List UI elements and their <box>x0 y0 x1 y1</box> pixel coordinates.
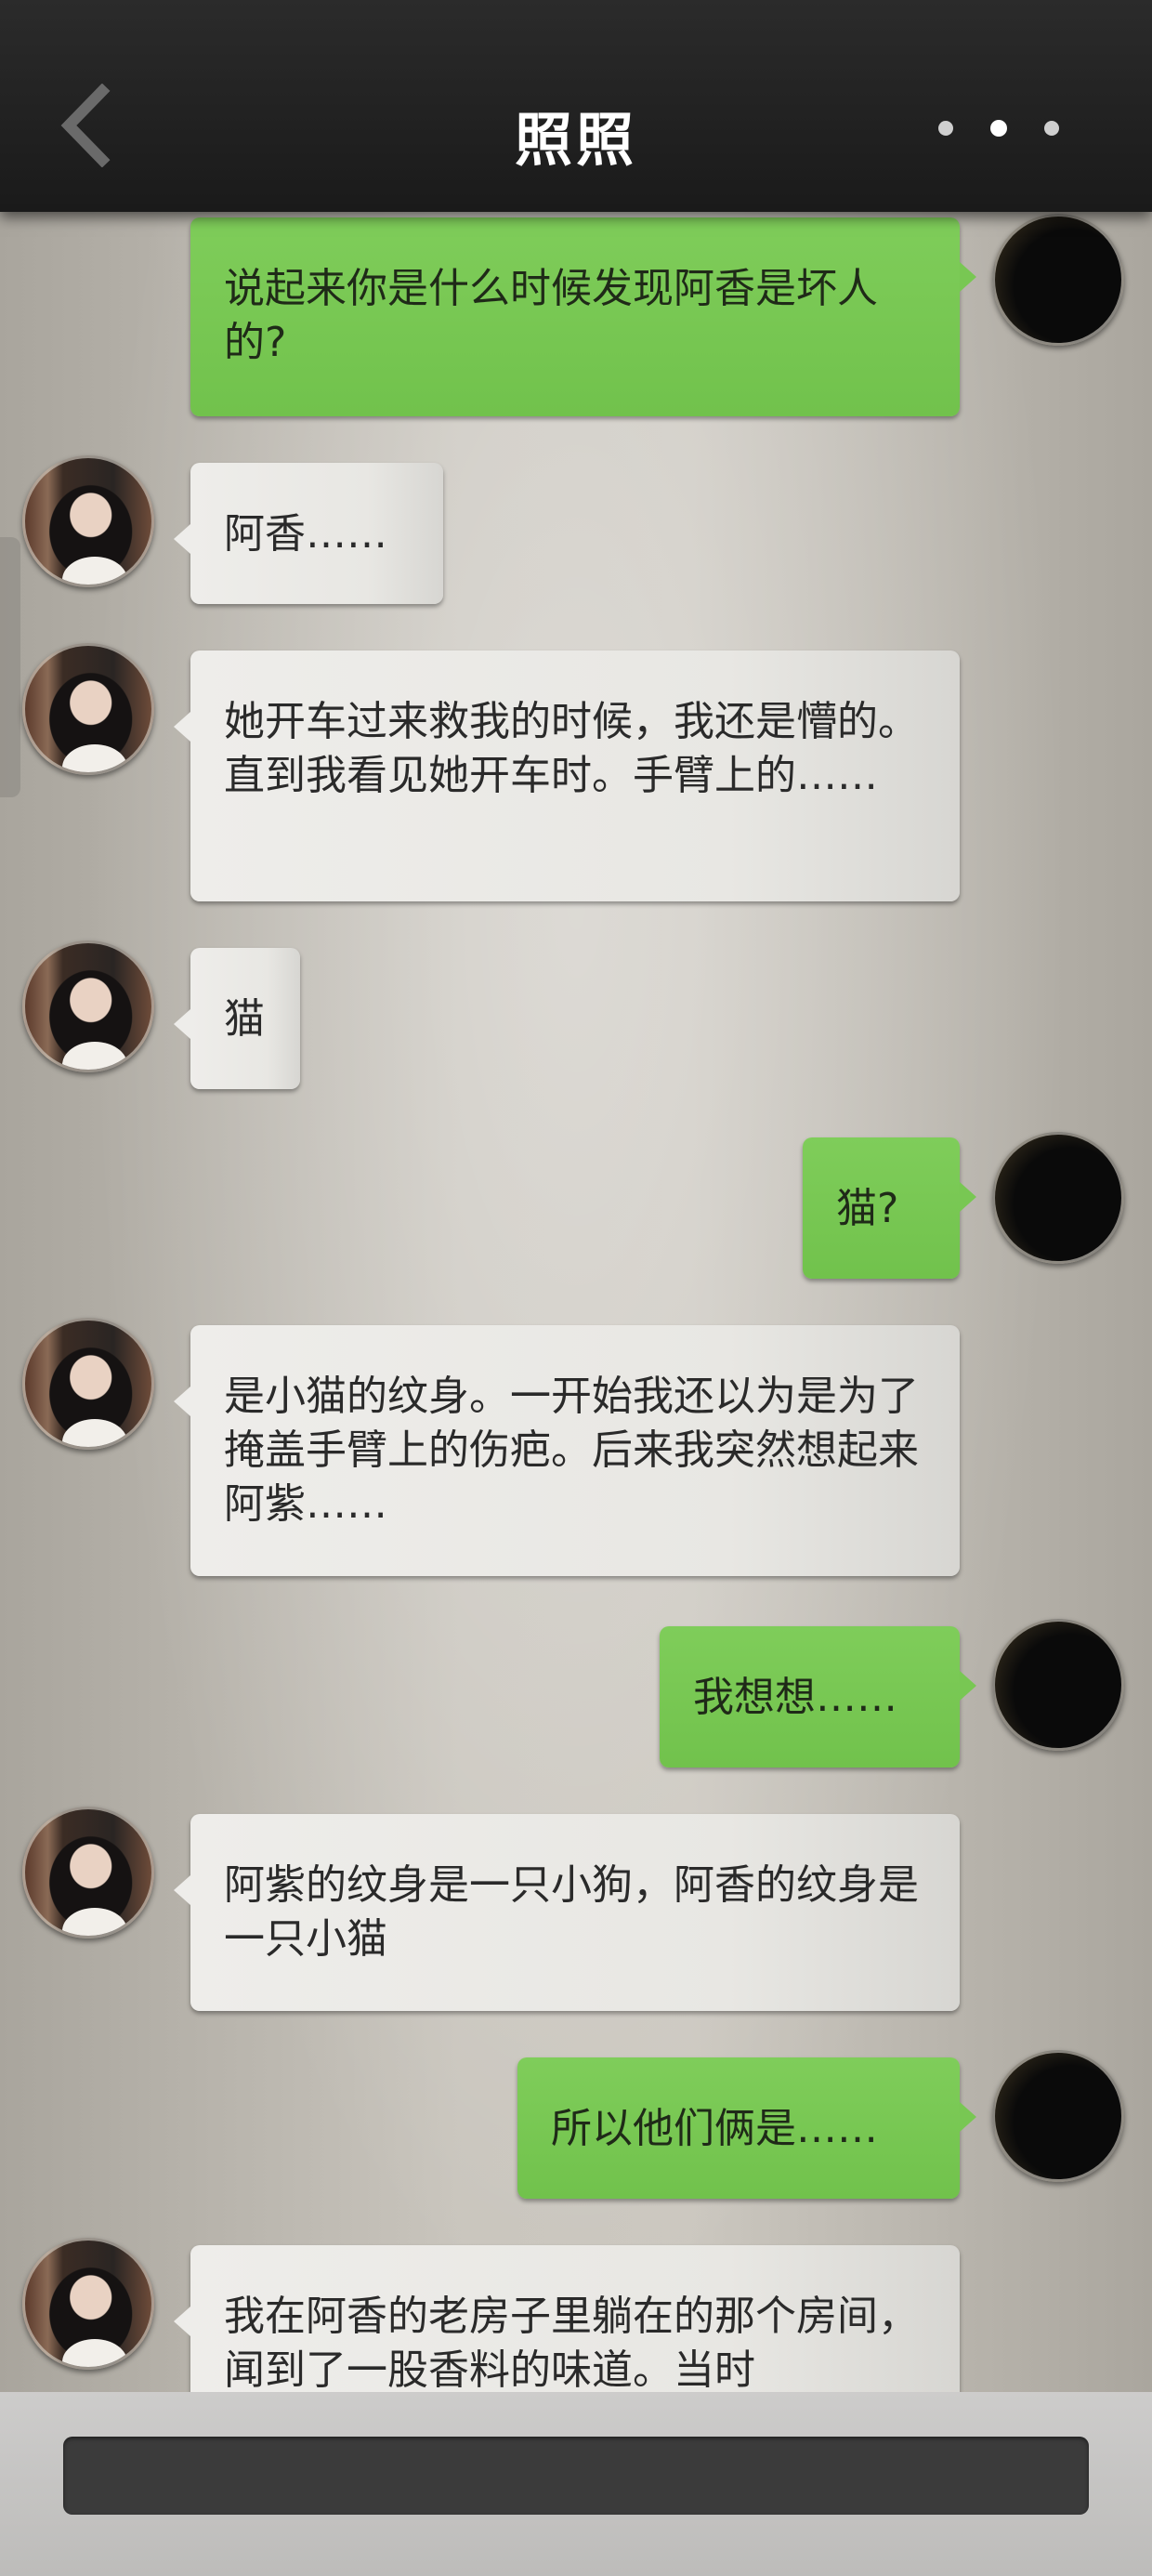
message-text: 我想想…… <box>693 1674 897 1721</box>
message-bubble-contact: 是小猫的纹身。一开始我还以为是为了掩盖手臂上的伤疤。后来我突然想起来阿紫…… <box>174 1325 960 1576</box>
message-bubble-self: 所以他们俩是…… <box>517 2057 976 2199</box>
more-dot-icon <box>990 120 1007 137</box>
message-text: 猫 <box>224 995 265 1043</box>
message-bubble-contact: 猫 <box>174 948 300 1089</box>
more-dot-icon <box>938 121 953 136</box>
message-bubble-contact: 她开车过来救我的时候，我还是懵的。直到我看见她开车时。手臂上的…… <box>174 651 960 901</box>
avatar-contact[interactable] <box>22 1318 154 1450</box>
avatar-contact[interactable] <box>22 1807 154 1939</box>
avatar-contact[interactable] <box>22 940 154 1072</box>
edge-handle[interactable] <box>0 537 20 797</box>
avatar-self[interactable] <box>992 2050 1124 2182</box>
message-text: 我在阿香的老房子里躺在的那个房间，闻到了一股香料的味道。当时 <box>224 2293 919 2392</box>
message-text: 所以他们俩是…… <box>551 2105 878 2152</box>
message-text: 阿紫的纹身是一只小狗，阿香的纹身是一只小猫 <box>224 1861 919 1963</box>
top-bar: 照照 <box>0 0 1152 212</box>
avatar-self[interactable] <box>992 214 1124 346</box>
message-text: 说起来你是什么时候发现阿香是坏人的? <box>224 265 878 366</box>
avatar-contact[interactable] <box>22 455 154 587</box>
message-text: 是小猫的纹身。一开始我还以为是为了掩盖手臂上的伤疤。后来我突然想起来阿紫…… <box>224 1373 919 1528</box>
message-bubble-contact: 阿香…… <box>174 463 443 604</box>
message-bubble-contact: 阿紫的纹身是一只小狗，阿香的纹身是一只小猫 <box>174 1814 960 2011</box>
more-button[interactable] <box>938 110 1059 147</box>
avatar-contact[interactable] <box>22 643 154 775</box>
avatar-self[interactable] <box>992 1619 1124 1751</box>
message-text: 猫? <box>836 1185 899 1232</box>
message-text: 她开车过来救我的时候，我还是懵的。直到我看见她开车时。手臂上的…… <box>224 698 919 799</box>
message-bubble-self: 我想想…… <box>660 1626 976 1768</box>
message-text: 阿香…… <box>224 510 387 558</box>
message-bubble-self: 说起来你是什么时候发现阿香是坏人的? <box>190 217 976 416</box>
message-bubble-self: 猫? <box>803 1137 976 1279</box>
message-bubble-contact: 我在阿香的老房子里躺在的那个房间，闻到了一股香料的味道。当时 <box>174 2245 960 2392</box>
avatar-contact[interactable] <box>22 2238 154 2370</box>
message-list[interactable]: 说起来你是什么时候发现阿香是坏人的? 阿香…… 她开车过来救我的时候，我还是懵的… <box>0 212 1152 2392</box>
message-input[interactable] <box>63 2437 1089 2515</box>
more-dot-icon <box>1044 121 1059 136</box>
bottom-bar <box>0 2392 1152 2576</box>
avatar-self[interactable] <box>992 1132 1124 1264</box>
